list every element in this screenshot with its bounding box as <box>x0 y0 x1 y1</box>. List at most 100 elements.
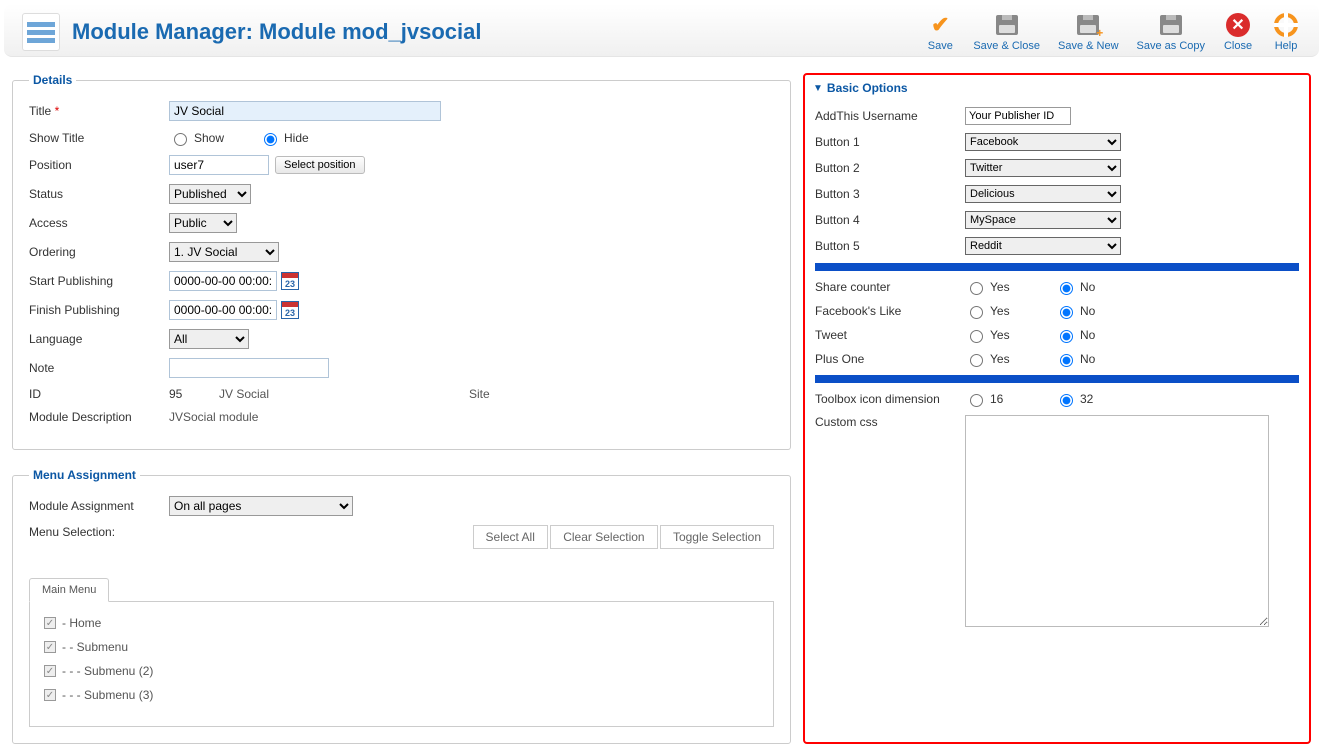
custom-css-textarea[interactable] <box>965 415 1269 627</box>
checkbox-icon: ✓ <box>44 617 56 629</box>
button-select[interactable]: MySpace <box>965 211 1121 229</box>
toolbox-16-label: 16 <box>990 392 1003 406</box>
basic-options-panel: ▼ Basic Options AddThis Username Button … <box>803 73 1311 744</box>
share-counter-yes-radio[interactable] <box>970 282 983 295</box>
language-label: Language <box>29 332 169 346</box>
toolbox-16-radio[interactable] <box>970 394 983 407</box>
menu-tree-item[interactable]: ✓ - Home <box>44 616 759 630</box>
fb-like-yes-radio[interactable] <box>970 306 983 319</box>
divider-bar <box>815 263 1299 271</box>
left-column: Details Title * Show Title Show Hide Pos… <box>12 73 791 744</box>
id-site: Site <box>469 387 490 401</box>
close-button[interactable]: ✕ Close <box>1223 12 1253 52</box>
no-label: No <box>1080 280 1095 294</box>
position-label: Position <box>29 158 169 172</box>
button-select[interactable]: Reddit <box>965 237 1121 255</box>
disk-plus-icon: + <box>1073 12 1103 38</box>
save-button[interactable]: ✔ Save <box>925 12 955 52</box>
tweet-yes-radio[interactable] <box>970 330 983 343</box>
save-copy-button[interactable]: Save as Copy <box>1137 12 1205 52</box>
details-fieldset: Details Title * Show Title Show Hide Pos… <box>12 73 791 450</box>
close-icon: ✕ <box>1223 12 1253 38</box>
custom-css-label: Custom css <box>815 415 965 429</box>
button-label: Button 3 <box>815 187 965 201</box>
button-label: Button 2 <box>815 161 965 175</box>
menu-tree-item[interactable]: ✓- - Submenu <box>44 640 759 654</box>
button-select[interactable]: Twitter <box>965 159 1121 177</box>
calendar-icon[interactable]: 23 <box>281 272 299 290</box>
save-close-button[interactable]: Save & Close <box>973 12 1040 52</box>
check-icon: ✔ <box>925 12 955 38</box>
yes-label: Yes <box>990 304 1010 318</box>
tweet-no-radio[interactable] <box>1060 330 1073 343</box>
save-new-button[interactable]: + Save & New <box>1058 12 1119 52</box>
menu-tree-item[interactable]: ✓ - - - Submenu (3) <box>44 688 759 702</box>
toolbox-32-radio[interactable] <box>1060 394 1073 407</box>
toolbar: ✔ Save Save & Close + Save & New Save as… <box>925 12 1301 52</box>
fb-like-no-radio[interactable] <box>1060 306 1073 319</box>
note-input[interactable] <box>169 358 329 378</box>
finish-pub-label: Finish Publishing <box>29 303 169 317</box>
button-select[interactable]: Delicious <box>965 185 1121 203</box>
details-legend: Details <box>29 73 76 87</box>
select-position-button[interactable]: Select position <box>275 156 365 174</box>
hide-option-label: Hide <box>284 131 309 145</box>
save-copy-label: Save as Copy <box>1137 40 1205 52</box>
checkbox-icon: ✓ <box>44 665 56 677</box>
show-title-show-radio[interactable] <box>174 133 187 146</box>
status-select[interactable]: Published <box>169 184 251 204</box>
ordering-select[interactable]: 1. JV Social <box>169 242 279 262</box>
menu-item-label: - - - Submenu (3) <box>62 688 153 702</box>
collapse-icon: ▼ <box>813 83 823 94</box>
status-label: Status <box>29 187 169 201</box>
id-label: ID <box>29 387 169 401</box>
toggle-selection-button[interactable]: Toggle Selection <box>660 525 774 549</box>
fb-like-label: Facebook's Like <box>815 304 965 318</box>
close-label: Close <box>1224 40 1252 52</box>
button-label: Button 5 <box>815 239 965 253</box>
start-pub-input[interactable] <box>169 271 277 291</box>
help-button[interactable]: Help <box>1271 12 1301 52</box>
select-all-button[interactable]: Select All <box>473 525 548 549</box>
page-title: Module Manager: Module mod_jvsocial <box>72 19 925 45</box>
id-value: 95 <box>169 387 219 401</box>
menu-tree-item[interactable]: ✓ - - - Submenu (2) <box>44 664 759 678</box>
start-pub-label: Start Publishing <box>29 274 169 288</box>
description-value: JVSocial module <box>169 410 258 424</box>
title-input[interactable] <box>169 101 441 121</box>
basic-options-header[interactable]: ▼ Basic Options <box>805 75 1309 101</box>
main-menu-tab[interactable]: Main Menu <box>29 578 109 602</box>
plus-one-no-radio[interactable] <box>1060 354 1073 367</box>
help-icon <box>1271 12 1301 38</box>
show-title-hide-radio[interactable] <box>264 133 277 146</box>
access-select[interactable]: Public <box>169 213 237 233</box>
button-label: Button 4 <box>815 213 965 227</box>
finish-pub-input[interactable] <box>169 300 277 320</box>
module-assignment-select[interactable]: On all pages <box>169 496 353 516</box>
button-label: Button 1 <box>815 135 965 149</box>
menu-assignment-legend: Menu Assignment <box>29 468 140 482</box>
menu-selection-label: Menu Selection: <box>29 525 115 539</box>
toolbox-label: Toolbox icon dimension <box>815 392 965 406</box>
addthis-input[interactable] <box>965 107 1071 125</box>
module-logo-icon <box>22 13 60 51</box>
clear-selection-button[interactable]: Clear Selection <box>550 525 657 549</box>
title-label: Title * <box>29 104 169 118</box>
addthis-label: AddThis Username <box>815 109 965 123</box>
module-assignment-label: Module Assignment <box>29 499 169 513</box>
no-label: No <box>1080 304 1095 318</box>
menu-item-label: - Home <box>62 616 101 630</box>
checkbox-icon: ✓ <box>44 689 56 701</box>
menu-item-label: - - Submenu <box>62 640 128 654</box>
menu-item-label: - - - Submenu (2) <box>62 664 153 678</box>
no-label: No <box>1080 352 1095 366</box>
button-select[interactable]: Facebook <box>965 133 1121 151</box>
language-select[interactable]: All <box>169 329 249 349</box>
share-counter-no-radio[interactable] <box>1060 282 1073 295</box>
share-counter-label: Share counter <box>815 280 965 294</box>
position-input[interactable] <box>169 155 269 175</box>
save-label: Save <box>928 40 953 52</box>
content: Details Title * Show Title Show Hide Pos… <box>0 61 1323 756</box>
plus-one-yes-radio[interactable] <box>970 354 983 367</box>
calendar-icon[interactable]: 23 <box>281 301 299 319</box>
